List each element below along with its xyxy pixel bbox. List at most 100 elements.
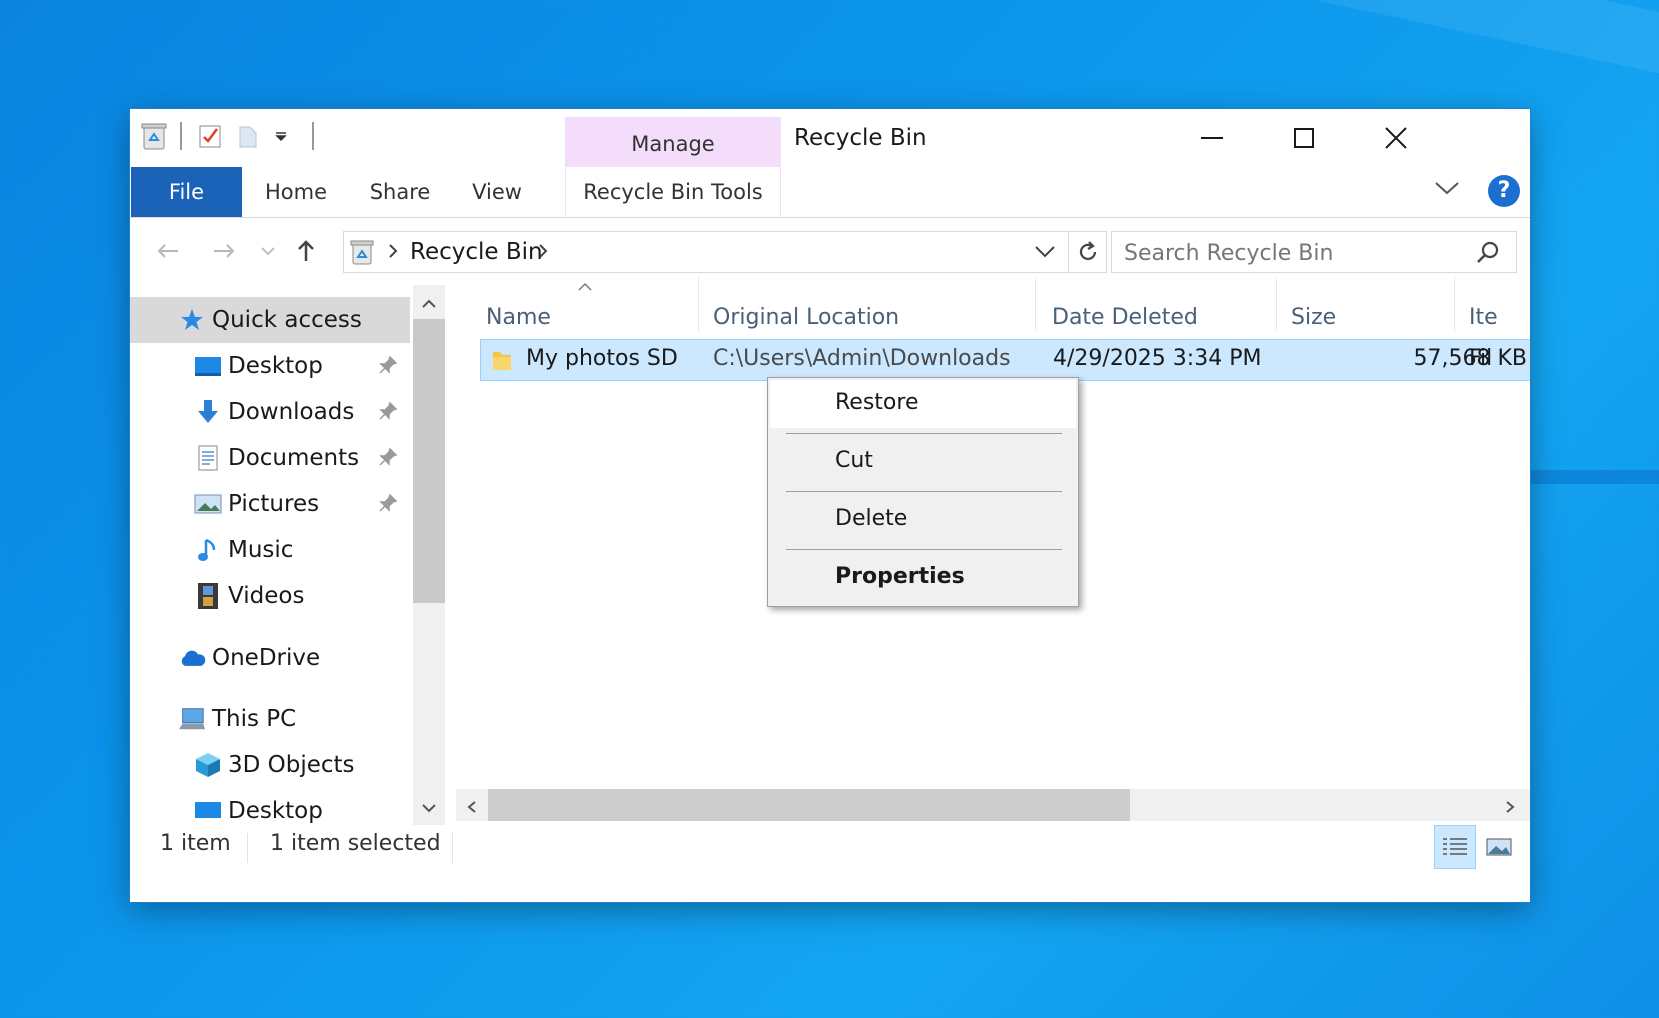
minimize-icon	[1201, 137, 1223, 139]
tab-home[interactable]: Home	[242, 167, 350, 217]
breadcrumb-chevron-icon[interactable]	[538, 243, 548, 263]
nav-label: This PC	[212, 706, 297, 732]
tab-share[interactable]: Share	[350, 167, 450, 217]
context-menu: Restore Cut Delete Properties	[767, 377, 1079, 607]
pin-icon[interactable]	[378, 401, 398, 427]
music-note-icon	[194, 536, 222, 564]
address-history-chevron-icon[interactable]	[1034, 244, 1056, 264]
breadcrumb-recycle-bin[interactable]: Recycle Bin	[410, 239, 543, 265]
column-header-date-deleted[interactable]: Date Deleted	[1052, 295, 1198, 341]
back-button[interactable]	[150, 233, 186, 269]
file-date-deleted: 4/29/2025 3:34 PM	[1053, 346, 1262, 371]
status-bar: 1 item 1 item selected	[130, 825, 1530, 871]
address-row: Recycle Bin	[130, 225, 1530, 277]
context-menu-separator	[786, 491, 1062, 492]
context-menu-delete[interactable]: Delete	[770, 496, 1076, 544]
title-bar: Manage Recycle Bin	[130, 109, 1530, 217]
recycle-bin-icon	[350, 238, 374, 270]
details-view-button[interactable]	[1434, 825, 1476, 869]
nav-pictures[interactable]: Pictures	[130, 481, 410, 527]
status-item-count: 1 item	[160, 831, 231, 856]
nav-label: Pictures	[228, 491, 320, 517]
recycle-bin-icon[interactable]	[140, 121, 168, 151]
tab-file[interactable]: File	[131, 167, 242, 217]
ribbon-tabs: File Home Share View Recycle Bin Tools ?	[130, 167, 1530, 218]
nav-downloads[interactable]: Downloads	[130, 389, 410, 435]
column-header-size[interactable]: Size	[1291, 295, 1336, 341]
column-divider[interactable]	[1035, 277, 1036, 331]
recent-locations-button[interactable]	[256, 233, 280, 269]
nav-this-pc[interactable]: This PC	[130, 696, 410, 742]
help-icon[interactable]: ?	[1488, 175, 1520, 207]
tab-recycle-bin-tools[interactable]: Recycle Bin Tools	[566, 167, 780, 217]
pin-icon[interactable]	[378, 355, 398, 381]
large-icons-view-button[interactable]	[1478, 825, 1520, 869]
scroll-down-arrow-icon[interactable]	[421, 799, 437, 818]
context-menu-cut[interactable]: Cut	[770, 438, 1076, 486]
nav-label: Music	[228, 537, 294, 563]
context-menu-label: Cut	[835, 448, 873, 473]
column-header-original-location[interactable]: Original Location	[713, 295, 899, 341]
pin-icon[interactable]	[378, 447, 398, 473]
column-header-name[interactable]: Name	[486, 295, 551, 341]
properties-check-icon[interactable]	[196, 121, 224, 151]
context-menu-restore[interactable]: Restore	[770, 380, 1076, 428]
scroll-left-arrow-icon[interactable]	[466, 799, 478, 818]
tab-view[interactable]: View	[450, 167, 544, 217]
column-divider[interactable]	[698, 277, 699, 331]
column-divider[interactable]	[1276, 277, 1277, 331]
file-list-horizontal-scrollbar[interactable]	[456, 789, 1530, 821]
minimize-button[interactable]	[1166, 109, 1258, 167]
desktop-icon	[194, 352, 222, 380]
new-folder-icon[interactable]	[234, 121, 262, 151]
context-menu-properties[interactable]: Properties	[770, 554, 1076, 602]
horizontal-scrollbar-thumb[interactable]	[488, 789, 1130, 821]
customize-toolbar-dropdown-icon[interactable]	[272, 121, 290, 151]
address-bar[interactable]: Recycle Bin	[343, 231, 1069, 273]
search-input[interactable]	[1122, 236, 1456, 270]
nav-label: Quick access	[212, 307, 362, 333]
close-button[interactable]	[1350, 109, 1442, 167]
context-menu-label: Restore	[835, 390, 919, 415]
status-divider	[452, 833, 453, 863]
nav-quick-access[interactable]: Quick access	[130, 297, 410, 343]
search-icon[interactable]	[1476, 240, 1500, 268]
chevron-down-icon	[261, 247, 275, 256]
nav-label: 3D Objects	[228, 752, 355, 778]
toolbar-divider	[312, 122, 314, 150]
nav-music[interactable]: Music	[130, 527, 410, 573]
context-menu-separator	[786, 549, 1062, 550]
desktop-icon	[194, 797, 222, 825]
refresh-icon	[1079, 241, 1096, 261]
nav-documents[interactable]: Documents	[130, 435, 410, 481]
download-arrow-icon	[194, 398, 222, 426]
forward-arrow-icon	[214, 244, 235, 258]
pin-icon[interactable]	[378, 493, 398, 519]
nav-onedrive[interactable]: OneDrive	[130, 635, 410, 681]
forward-button[interactable]	[206, 233, 242, 269]
breadcrumb-chevron-icon[interactable]	[388, 243, 398, 263]
nav-desktop[interactable]: Desktop	[130, 343, 410, 389]
table-row[interactable]: My photos SD C:\Users\Admin\Downloads 4/…	[480, 339, 1530, 381]
refresh-button[interactable]	[1069, 231, 1107, 273]
expand-ribbon-chevron-icon[interactable]	[1434, 179, 1464, 207]
scroll-up-arrow-icon[interactable]	[421, 295, 437, 314]
documents-icon	[194, 444, 222, 472]
maximize-button[interactable]	[1258, 109, 1350, 167]
details-view-icon	[1443, 838, 1467, 855]
scroll-right-arrow-icon[interactable]	[1504, 799, 1516, 818]
nav-scrollbar-thumb[interactable]	[413, 319, 445, 603]
quick-access-toolbar	[140, 121, 328, 151]
nav-3d-objects[interactable]: 3D Objects	[130, 742, 410, 788]
up-button[interactable]	[288, 233, 324, 269]
column-divider[interactable]	[1454, 277, 1455, 331]
nav-videos[interactable]: Videos	[130, 573, 410, 619]
window-title: Recycle Bin	[794, 125, 927, 151]
column-header-item-type[interactable]: Ite	[1469, 295, 1530, 341]
manage-label: Manage	[631, 132, 715, 156]
nav-desktop-pc[interactable]: Desktop	[130, 788, 410, 825]
nav-label: OneDrive	[212, 645, 321, 671]
context-menu-separator	[786, 433, 1062, 434]
pictures-icon	[194, 490, 222, 518]
nav-scrollbar[interactable]	[413, 285, 445, 825]
